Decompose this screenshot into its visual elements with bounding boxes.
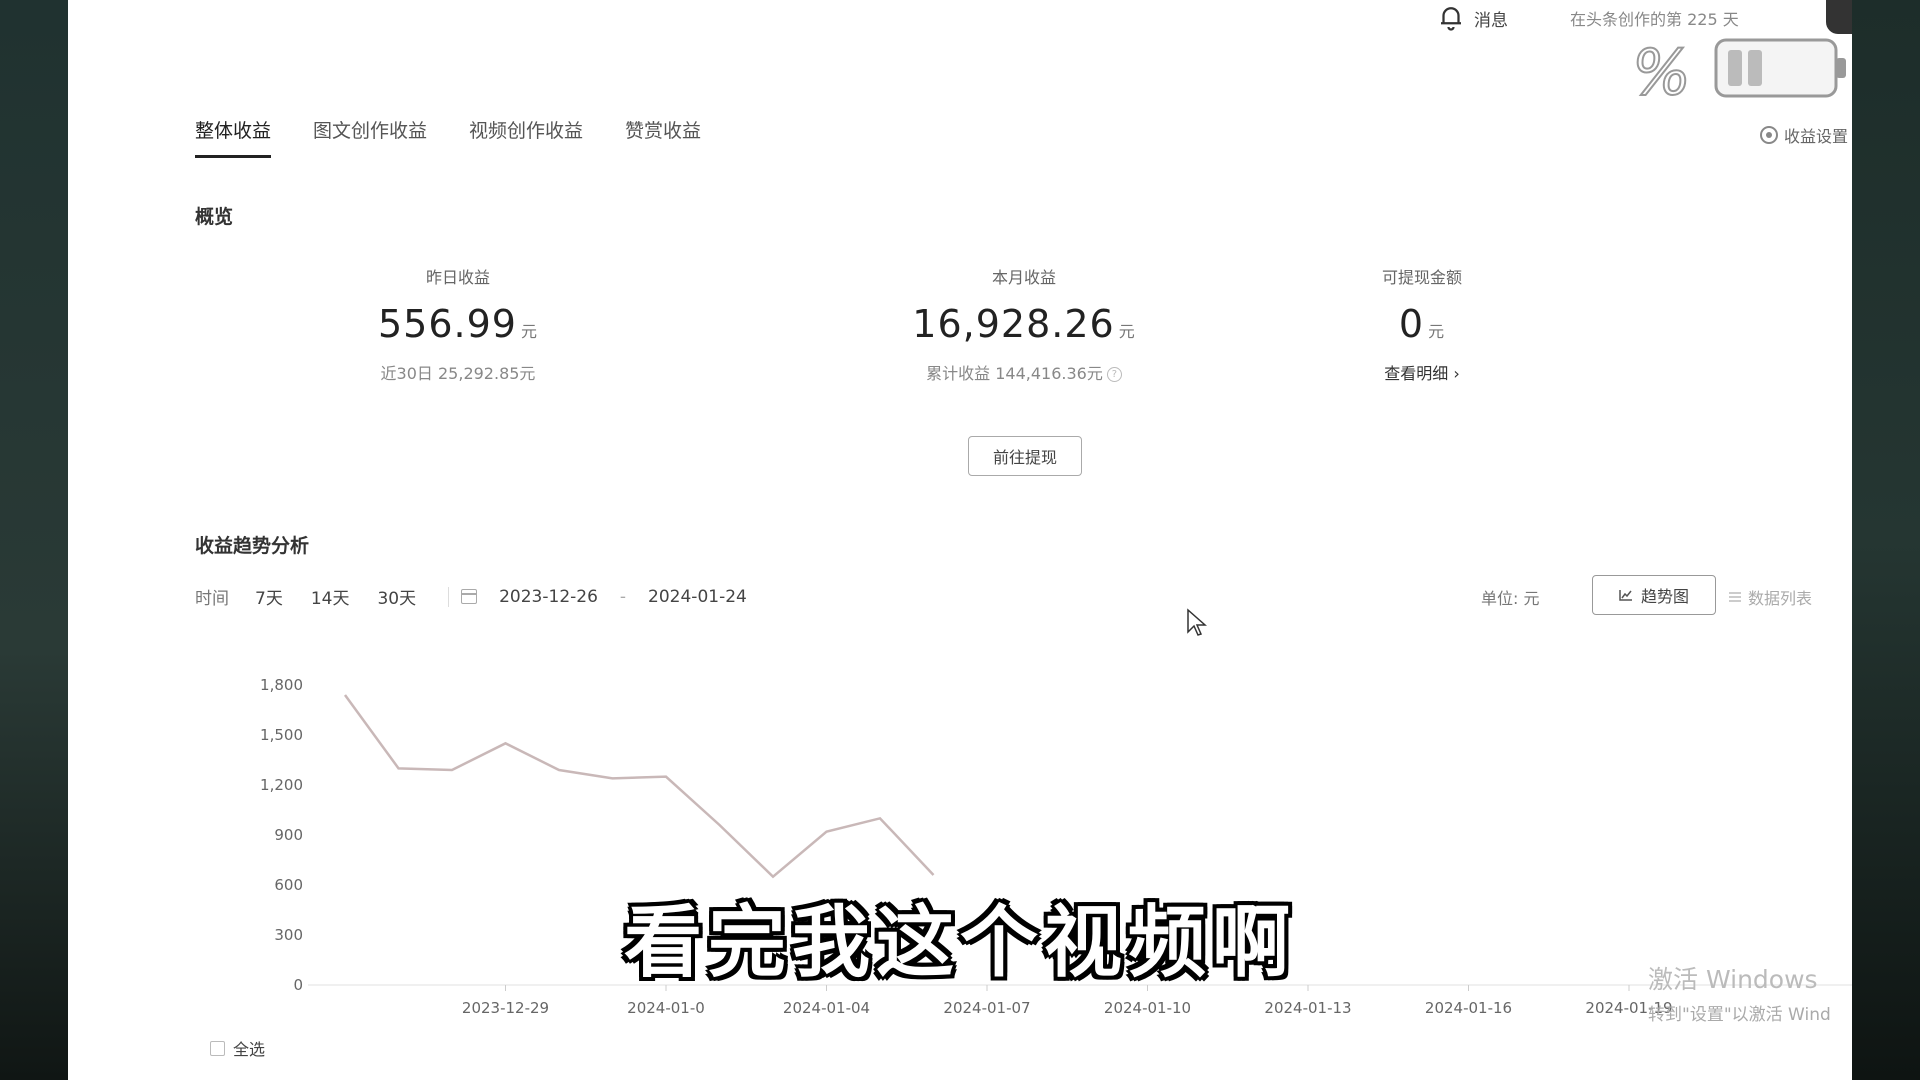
settings-label: 收益设置: [1784, 127, 1849, 146]
creation-days-text: 在头条创作的第 225 天: [1570, 10, 1739, 29]
x-tick-label: 2023-12-29: [462, 999, 549, 1017]
tab-tips[interactable]: 赞赏收益: [625, 116, 701, 158]
stat-month-sub-wrap: 累计收益 144,416.36元?: [874, 360, 1174, 384]
stat-yesterday-value: 556.99: [378, 302, 517, 346]
stat-month-unit: 元: [1118, 322, 1136, 341]
select-all[interactable]: 全选: [210, 1036, 265, 1060]
trend-title: 收益趋势分析: [195, 535, 310, 557]
view-details-link[interactable]: 查看明细 ›: [1302, 360, 1542, 384]
svg-text:%: %: [1632, 36, 1691, 109]
y-tick-label: 1,200: [260, 776, 303, 794]
stat-month: 本月收益 16,928.26 元 累计收益 144,416.36元?: [874, 264, 1174, 384]
range-30d[interactable]: 30天: [377, 584, 416, 609]
video-subtitle: 看完我这个视频啊: [623, 898, 1296, 988]
date-start[interactable]: 2023-12-26: [499, 587, 598, 607]
range-14d[interactable]: 14天: [311, 584, 350, 609]
x-tick-label: 2024-01-04: [783, 999, 870, 1017]
revenue-series-line: [343, 694, 935, 879]
tab-overall[interactable]: 整体收益: [195, 116, 272, 158]
stat-yesterday-label: 昨日收益: [425, 268, 490, 287]
stat-withdrawable-value: 0: [1398, 302, 1425, 346]
date-end[interactable]: 2024-01-24: [648, 587, 747, 607]
y-tick-label: 900: [274, 826, 303, 844]
mouse-cursor-icon: [1187, 608, 1207, 636]
withdraw-button[interactable]: 前往提现: [968, 436, 1082, 476]
x-tick-label: 2024-01-0: [627, 999, 705, 1017]
y-tick-label: 1,800: [260, 676, 303, 694]
stat-month-value-wrap: 16,928.26 元: [874, 302, 1174, 346]
trend-chart-button[interactable]: 趋势图: [1592, 575, 1716, 615]
x-tick-label: 2024-01-16: [1425, 999, 1512, 1017]
tab-video[interactable]: 视频创作收益: [469, 116, 583, 158]
messages-label[interactable]: 消息: [1474, 6, 1508, 31]
date-separator: -: [619, 586, 627, 607]
overview-title: 概览: [195, 206, 234, 228]
range-7d[interactable]: 7天: [255, 584, 283, 609]
revenue-tabs: 整体收益 图文创作收益 视频创作收益 赞赏收益: [195, 116, 701, 158]
watermark-title: 激活 Windows: [1648, 965, 1818, 994]
stat-withdrawable-value-wrap: 0元: [1302, 302, 1542, 346]
stat-yesterday-sub: 近30日 25,292.85元: [380, 364, 536, 383]
list-icon: [1729, 592, 1741, 602]
select-all-label: 全选: [233, 1040, 266, 1059]
unit-label: 单位: 元: [1481, 589, 1540, 608]
stat-month-label: 本月收益: [991, 268, 1056, 287]
stat-yesterday-value-wrap: 556.99 元: [338, 302, 578, 346]
gear-icon: [1760, 126, 1778, 144]
data-list-button[interactable]: 数据列表: [1728, 585, 1812, 609]
windows-activation-watermark: 激活 Windows 转到"设置"以激活 Wind: [1648, 960, 1831, 1025]
bell-icon[interactable]: [1436, 2, 1466, 32]
watermark-sub: 转到"设置"以激活 Wind: [1648, 1005, 1831, 1025]
time-label: 时间: [195, 589, 229, 609]
revenue-settings[interactable]: 收益设置: [1760, 123, 1848, 147]
calendar-icon: [461, 589, 478, 604]
info-icon[interactable]: ?: [1106, 367, 1122, 382]
battery-sticker-icon: %: [1631, 35, 1846, 110]
y-tick-label: 1,500: [260, 726, 303, 744]
trend-chart-label: 趋势图: [1640, 587, 1689, 606]
date-range-picker[interactable]: 2023-12-26 - 2024-01-24: [448, 586, 747, 607]
top-bar: 消息 在头条创作的第 225 天 %: [68, 0, 1852, 110]
avatar[interactable]: [1826, 0, 1852, 34]
stat-month-value: 16,928.26: [912, 302, 1115, 346]
trend-icon: [1619, 590, 1632, 601]
stat-yesterday-unit: 元: [520, 322, 538, 341]
stat-withdrawable: 可提现金额 0元 查看明细 ›: [1302, 264, 1542, 384]
data-list-label: 数据列表: [1748, 589, 1813, 608]
stat-yesterday: 昨日收益 556.99 元 近30日 25,292.85元: [338, 264, 578, 384]
stat-withdrawable-label: 可提现金额: [1381, 268, 1462, 287]
tab-article[interactable]: 图文创作收益: [313, 116, 427, 158]
select-all-checkbox[interactable]: [210, 1040, 225, 1056]
x-tick-label: 2024-01-10: [1104, 999, 1191, 1017]
x-tick-label: 2024-01-07: [943, 999, 1030, 1017]
stat-month-sub: 累计收益 144,416.36元: [926, 364, 1103, 383]
x-tick-label: 2024-01-13: [1264, 999, 1351, 1017]
stat-withdrawable-unit: 元: [1428, 322, 1446, 341]
time-range-controls: 时间 7天 14天 30天 2023-12-26 - 2024-01-24: [195, 584, 747, 609]
